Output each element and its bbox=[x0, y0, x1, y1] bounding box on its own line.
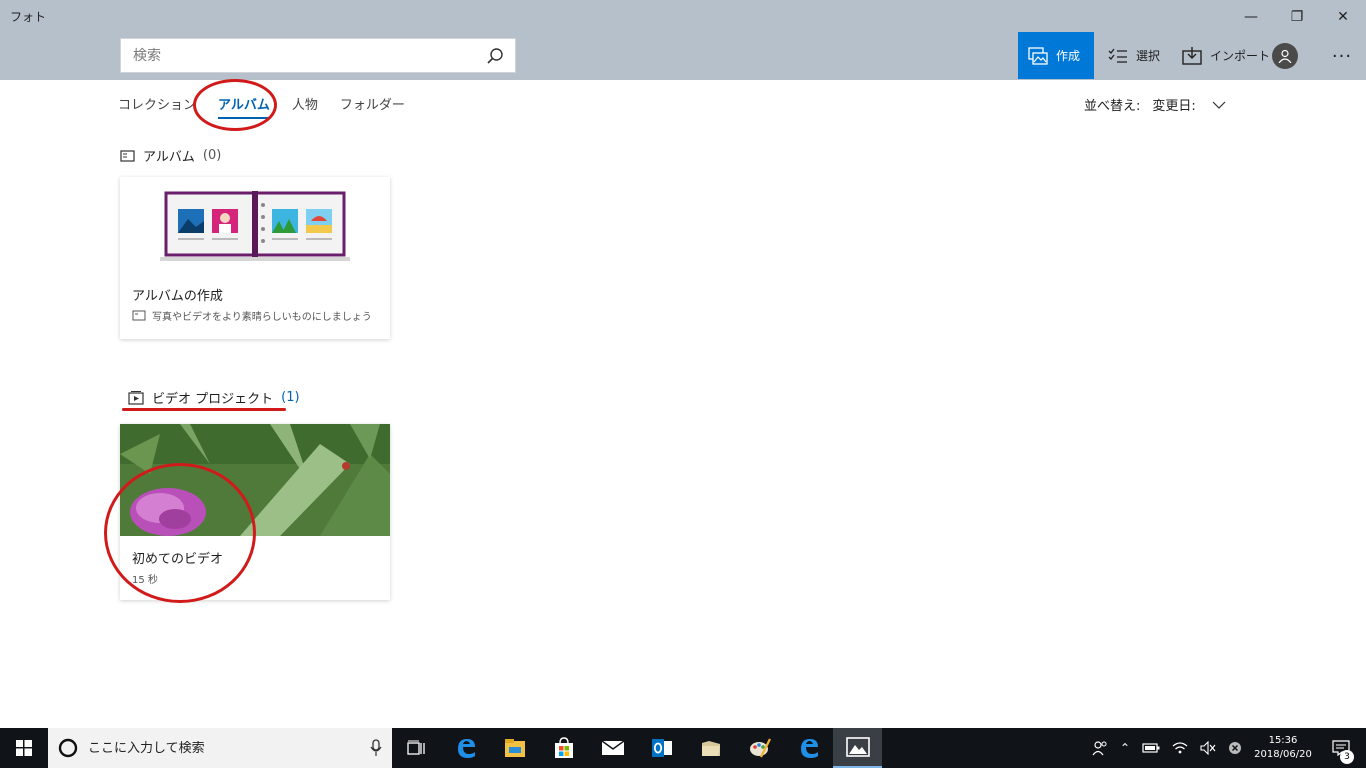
video-project-duration: 15 秒 bbox=[132, 575, 158, 586]
edge-icon bbox=[457, 739, 475, 758]
video-thumbnail bbox=[120, 424, 390, 536]
edge-taskbar-button[interactable] bbox=[441, 728, 490, 768]
create-button[interactable]: 作成 bbox=[1018, 32, 1094, 79]
close-icon: ✕ bbox=[1337, 9, 1349, 25]
album-section-icon bbox=[120, 149, 135, 162]
wifi-icon[interactable] bbox=[1172, 741, 1188, 755]
outlook-taskbar-button[interactable] bbox=[637, 728, 686, 768]
tab-albums[interactable]: アルバム bbox=[218, 94, 270, 119]
people-icon[interactable] bbox=[1092, 740, 1108, 756]
close-button[interactable]: ✕ bbox=[1320, 4, 1366, 30]
chevron-down-icon bbox=[1212, 101, 1226, 109]
windows-start-icon bbox=[16, 740, 32, 756]
video-project-icon bbox=[128, 390, 144, 405]
import-button[interactable]: インポート bbox=[1172, 32, 1280, 79]
album-small-icon bbox=[132, 310, 146, 321]
taskbar: ⌃ 15:36 2018/06/20 3 bbox=[0, 728, 1366, 768]
mail-taskbar-button[interactable] bbox=[588, 728, 637, 768]
minimize-button[interactable]: — bbox=[1228, 4, 1274, 30]
tab-collection[interactable]: コレクション bbox=[118, 94, 196, 119]
select-icon bbox=[1108, 48, 1127, 63]
system-tray: ⌃ 15:36 2018/06/20 3 bbox=[1092, 728, 1366, 768]
action-center-button[interactable]: 3 bbox=[1324, 728, 1358, 768]
account-button[interactable] bbox=[1272, 43, 1298, 69]
create-album-subtitle: 写真やビデオをより素晴らしいものにしましょう bbox=[152, 312, 372, 323]
paint-taskbar-button[interactable] bbox=[735, 728, 784, 768]
outlook-icon bbox=[651, 739, 672, 757]
mail-icon bbox=[601, 740, 624, 755]
task-view-icon bbox=[406, 740, 425, 755]
account-icon bbox=[1278, 49, 1292, 63]
cortana-icon bbox=[58, 738, 78, 758]
input-close-icon[interactable] bbox=[1228, 741, 1242, 755]
taskbar-search bbox=[48, 728, 392, 768]
import-label: インポート bbox=[1210, 49, 1271, 63]
microphone-icon[interactable] bbox=[370, 739, 382, 757]
view-tabs: コレクション アルバム 人物 フォルダー bbox=[118, 94, 427, 119]
file-explorer-taskbar-button[interactable] bbox=[490, 728, 539, 768]
video-projects-title: ビデオ プロジェクト bbox=[152, 392, 274, 407]
restore-icon: ❐ bbox=[1290, 9, 1304, 25]
paint-icon bbox=[749, 738, 771, 758]
clock-date: 2018/06/20 bbox=[1254, 749, 1312, 760]
create-icon bbox=[1028, 46, 1048, 65]
folder-icon bbox=[701, 741, 720, 756]
create-album-title: アルバムの作成 bbox=[132, 289, 223, 304]
album-book-icon bbox=[160, 191, 350, 261]
search-icon bbox=[487, 47, 503, 64]
import-icon bbox=[1182, 46, 1202, 65]
sort-control[interactable]: 並べ替え: 変更日: bbox=[1084, 95, 1226, 114]
video-project-card[interactable]: 初めてのビデオ 15 秒 bbox=[120, 424, 390, 600]
more-options-button[interactable]: ··· bbox=[1322, 40, 1362, 72]
edge-icon bbox=[800, 739, 818, 758]
tab-people[interactable]: 人物 bbox=[292, 94, 318, 119]
app-header: フォト — ❐ ✕ 作成 選択 インポート ··· bbox=[0, 0, 1366, 80]
app-title: フォト bbox=[10, 10, 47, 24]
search-button[interactable] bbox=[475, 39, 515, 72]
create-album-card[interactable]: アルバムの作成 写真やビデオをより素晴らしいものにしましょう bbox=[120, 177, 390, 339]
album-illustration bbox=[120, 177, 390, 277]
taskbar-search-input[interactable] bbox=[88, 740, 360, 756]
folder-taskbar-button[interactable] bbox=[686, 728, 735, 768]
video-project-title: 初めてのビデオ bbox=[132, 552, 224, 567]
photos-taskbar-button[interactable] bbox=[833, 728, 882, 768]
video-projects-count: (1) bbox=[281, 390, 300, 405]
task-view-button[interactable] bbox=[392, 728, 441, 768]
restore-button[interactable]: ❐ bbox=[1274, 4, 1320, 30]
search-input[interactable] bbox=[121, 39, 475, 72]
volume-muted-icon[interactable] bbox=[1200, 741, 1216, 755]
albums-section-header: アルバム (0) bbox=[120, 146, 221, 165]
select-label: 選択 bbox=[1136, 49, 1161, 63]
sort-value: 変更日: bbox=[1152, 99, 1196, 114]
thistle-flower-image bbox=[120, 424, 390, 536]
file-explorer-icon bbox=[504, 739, 525, 757]
start-button[interactable] bbox=[0, 728, 48, 768]
minimize-icon: — bbox=[1244, 9, 1258, 25]
sort-label: 並べ替え: bbox=[1084, 99, 1141, 114]
store-taskbar-button[interactable] bbox=[539, 728, 588, 768]
create-label: 作成 bbox=[1056, 49, 1081, 63]
annotation-underline-video-projects bbox=[122, 408, 286, 411]
chevron-up-icon[interactable]: ⌃ bbox=[1120, 741, 1130, 755]
battery-icon[interactable] bbox=[1142, 742, 1160, 754]
albums-section-count: (0) bbox=[202, 148, 222, 163]
albums-section-title: アルバム bbox=[143, 150, 195, 165]
photos-icon bbox=[845, 737, 870, 757]
edge-taskbar-button-2[interactable] bbox=[784, 728, 833, 768]
store-icon bbox=[554, 737, 573, 758]
select-button[interactable]: 選択 bbox=[1098, 32, 1170, 79]
tab-folders[interactable]: フォルダー bbox=[340, 94, 405, 119]
search-box bbox=[120, 38, 516, 73]
taskbar-clock[interactable]: 15:36 2018/06/20 bbox=[1254, 734, 1312, 762]
clock-time: 15:36 bbox=[1268, 735, 1298, 746]
notification-count-badge: 3 bbox=[1340, 750, 1354, 764]
video-projects-section-header: ビデオ プロジェクト (1) bbox=[128, 388, 300, 407]
